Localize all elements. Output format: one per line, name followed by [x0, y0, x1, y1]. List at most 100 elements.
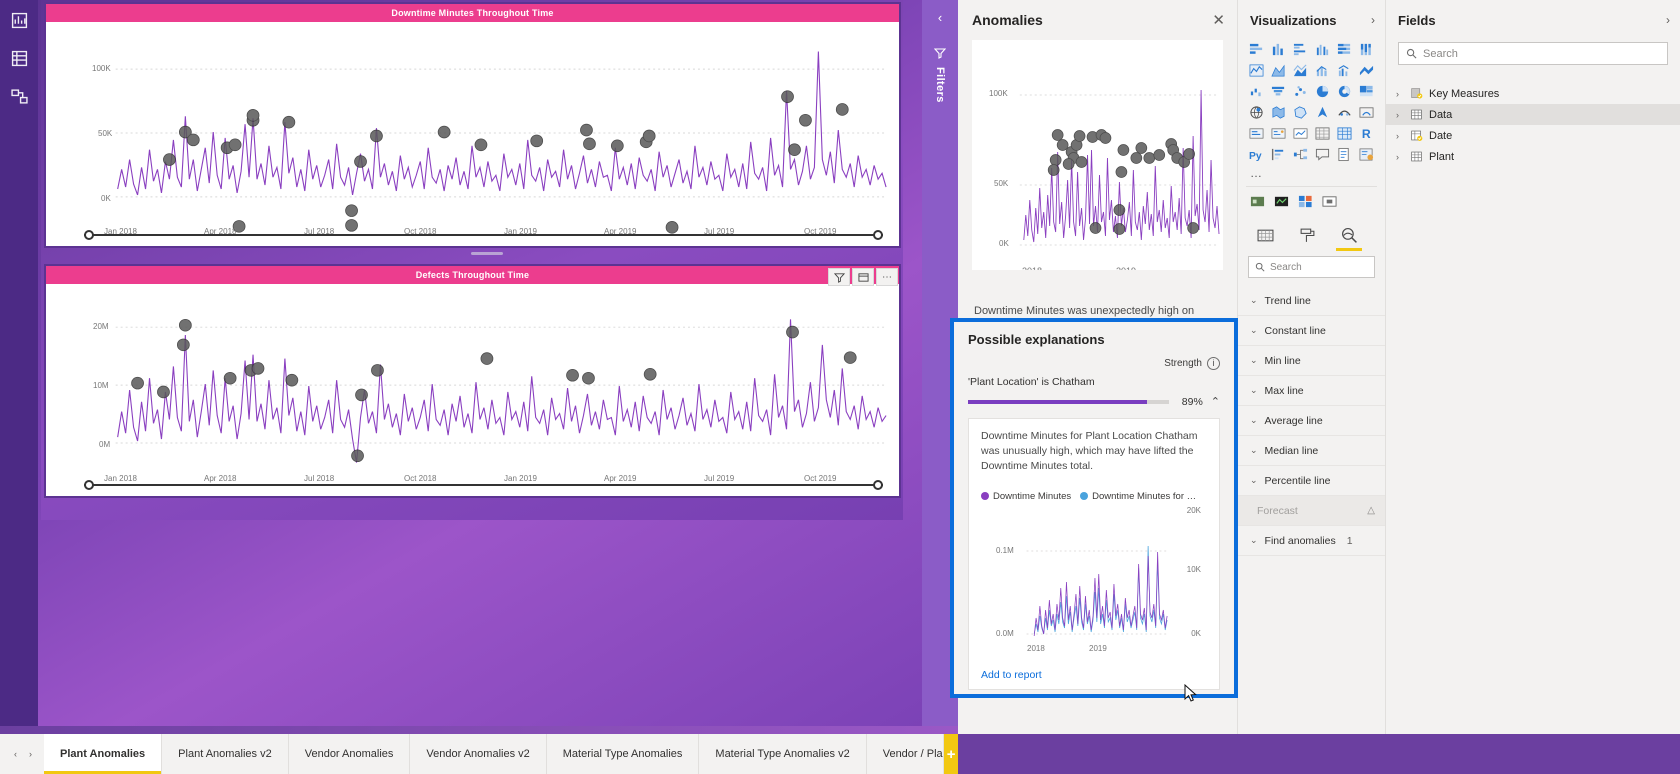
stacked-area-chart-icon[interactable]: [1290, 61, 1310, 80]
azure-map-icon[interactable]: [1312, 103, 1332, 122]
key-influencers-icon[interactable]: [1268, 145, 1288, 164]
analytics-tab[interactable]: [1336, 224, 1362, 251]
focus-mode-icon[interactable]: [852, 268, 874, 286]
format-tab[interactable]: [1296, 224, 1318, 246]
ribbon-chart-icon[interactable]: [1357, 61, 1377, 80]
page-tab-vendor-plant-anomalies[interactable]: Vendor / Plant Ano: [866, 734, 945, 774]
page-tab-material-type-anomalies-v2[interactable]: Material Type Anomalies v2: [699, 734, 867, 774]
analytics-item-median-line[interactable]: ⌄ Median line: [1238, 436, 1385, 466]
chevron-right-icon[interactable]: ›: [1371, 13, 1375, 27]
clustered-column-chart-icon[interactable]: [1312, 40, 1332, 59]
line-clustered-column-icon[interactable]: [1335, 61, 1355, 80]
model-view-icon[interactable]: [7, 84, 31, 108]
field-item-plant[interactable]: › Plant: [1386, 146, 1680, 167]
page-tab-vendor-anomalies-v2[interactable]: Vendor Anomalies v2: [410, 734, 547, 774]
slider-knob-right[interactable]: [873, 480, 883, 490]
slider-knob-left[interactable]: [84, 480, 94, 490]
legend-item[interactable]: Downtime Minutes: [981, 491, 1071, 502]
clustered-bar-chart-icon[interactable]: [1290, 40, 1310, 59]
treemap-icon[interactable]: [1357, 82, 1377, 101]
tab-navigation[interactable]: ‹ ›: [0, 734, 44, 774]
chevron-down-icon[interactable]: ⌄: [1250, 355, 1258, 366]
close-icon[interactable]: ✕: [1212, 13, 1225, 28]
pie-chart-icon[interactable]: [1312, 82, 1332, 101]
report-view-icon[interactable]: [7, 8, 31, 32]
chevron-down-icon[interactable]: ⌄: [1250, 445, 1258, 456]
chevron-right-icon[interactable]: ›: [1396, 89, 1404, 99]
donut-chart-icon[interactable]: [1335, 82, 1355, 101]
arcgis-map-icon[interactable]: [1335, 103, 1355, 122]
page-tab-vendor-anomalies[interactable]: Vendor Anomalies: [288, 734, 411, 774]
chart-range-slider[interactable]: [84, 480, 883, 490]
visual-downtime-minutes[interactable]: Downtime Minutes Throughout Time 100K 50…: [44, 2, 901, 248]
analytics-item-percentile-line[interactable]: ⌄ Percentile line: [1238, 466, 1385, 496]
slider-knob-left[interactable]: [84, 230, 94, 240]
qa-visual-icon[interactable]: [1312, 145, 1332, 164]
chevron-down-icon[interactable]: ⌄: [1250, 415, 1258, 426]
smart-narrative-icon[interactable]: [1335, 145, 1355, 164]
funnel-chart-icon[interactable]: [1268, 82, 1288, 101]
gauge-icon[interactable]: [1357, 103, 1377, 122]
info-icon[interactable]: i: [1207, 357, 1220, 370]
chevron-down-icon[interactable]: ⌄: [1250, 475, 1258, 486]
data-view-icon[interactable]: [7, 46, 31, 70]
filter-icon[interactable]: [828, 268, 850, 286]
map-icon[interactable]: [1246, 103, 1266, 122]
chevron-down-icon[interactable]: ⌄: [1250, 295, 1258, 306]
analytics-item-find-anomalies[interactable]: ⌄ Find anomalies 1: [1238, 526, 1385, 556]
custom-visual-2-icon[interactable]: [1272, 192, 1291, 211]
more-visuals-icon[interactable]: …: [1238, 164, 1385, 184]
shape-map-icon[interactable]: [1290, 103, 1310, 122]
stacked-column-chart-icon[interactable]: [1268, 40, 1288, 59]
chevron-down-icon[interactable]: ⌄: [1250, 385, 1258, 396]
decomposition-tree-icon[interactable]: [1290, 145, 1310, 164]
area-chart-icon[interactable]: [1268, 61, 1288, 80]
chevron-right-icon[interactable]: ›: [1396, 131, 1404, 141]
chevron-right-icon[interactable]: ›: [1396, 152, 1404, 162]
prev-page-icon[interactable]: ‹: [14, 749, 17, 759]
more-options-icon[interactable]: ⋯: [876, 268, 898, 286]
visual-pane-tabs[interactable]: [1238, 211, 1385, 251]
slider-knob-right[interactable]: [873, 230, 883, 240]
custom-visuals-row[interactable]: [1238, 192, 1385, 211]
scatter-chart-icon[interactable]: [1290, 82, 1310, 101]
fields-tab[interactable]: [1254, 224, 1276, 246]
page-tab-material-type-anomalies[interactable]: Material Type Anomalies: [546, 734, 700, 774]
field-item-data[interactable]: › Data: [1386, 104, 1680, 125]
custom-visual-4-icon[interactable]: [1320, 192, 1339, 211]
analytics-item-constant-line[interactable]: ⌄ Constant line: [1238, 316, 1385, 346]
page-tab-plant-anomalies-v2[interactable]: Plant Anomalies v2: [162, 734, 289, 774]
explanation-mini-chart[interactable]: 0.1M 0.0M 20K 10K 0K 2018 2019: [981, 506, 1207, 702]
chevron-down-icon[interactable]: ⌄: [1250, 325, 1258, 336]
visual-gallery[interactable]: R Py: [1238, 40, 1385, 164]
field-item-date[interactable]: › Date: [1386, 125, 1680, 146]
chevron-down-icon[interactable]: ⌄: [1250, 535, 1258, 546]
filled-map-icon[interactable]: [1268, 103, 1288, 122]
line-chart-icon[interactable]: [1246, 61, 1266, 80]
possible-explanations-panel[interactable]: Possible explanations Strength i 'Plant …: [950, 318, 1238, 702]
visual-header-toolbar[interactable]: ⋯: [828, 268, 898, 286]
paginated-report-icon[interactable]: [1357, 145, 1377, 164]
chevron-left-icon[interactable]: ‹: [938, 10, 942, 25]
report-canvas[interactable]: Downtime Minutes Throughout Time 100K 50…: [38, 0, 922, 734]
page-tab-plant-anomalies[interactable]: Plant Anomalies: [44, 734, 163, 774]
chevron-up-icon[interactable]: ⌃: [1211, 395, 1220, 408]
analytics-item-min-line[interactable]: ⌄ Min line: [1238, 346, 1385, 376]
visual-defects[interactable]: Defects Throughout Time 20M 10M 0M Jan 2…: [44, 264, 901, 498]
slicer-icon[interactable]: [1312, 124, 1332, 143]
python-visual-icon[interactable]: Py: [1246, 145, 1266, 164]
analytics-item-average-line[interactable]: ⌄ Average line: [1238, 406, 1385, 436]
add-to-report-link[interactable]: Add to report: [981, 669, 1042, 681]
kpi-icon[interactable]: [1290, 124, 1310, 143]
stacked-bar-chart-icon[interactable]: [1246, 40, 1266, 59]
hundred-percent-stacked-column-icon[interactable]: [1357, 40, 1377, 59]
waterfall-chart-icon[interactable]: [1246, 82, 1266, 101]
custom-visual-3-icon[interactable]: [1296, 192, 1315, 211]
analytics-item-trend-line[interactable]: ⌄ Trend line: [1238, 286, 1385, 316]
visual-resize-handle[interactable]: [471, 252, 503, 255]
r-script-visual-icon[interactable]: R: [1357, 124, 1377, 143]
legend-item[interactable]: Downtime Minutes for …: [1080, 491, 1196, 502]
next-page-icon[interactable]: ›: [29, 749, 32, 759]
add-page-button[interactable]: +: [944, 734, 958, 774]
anomalies-chart[interactable]: 100K 50K 0K 2018 2019: [972, 40, 1223, 270]
